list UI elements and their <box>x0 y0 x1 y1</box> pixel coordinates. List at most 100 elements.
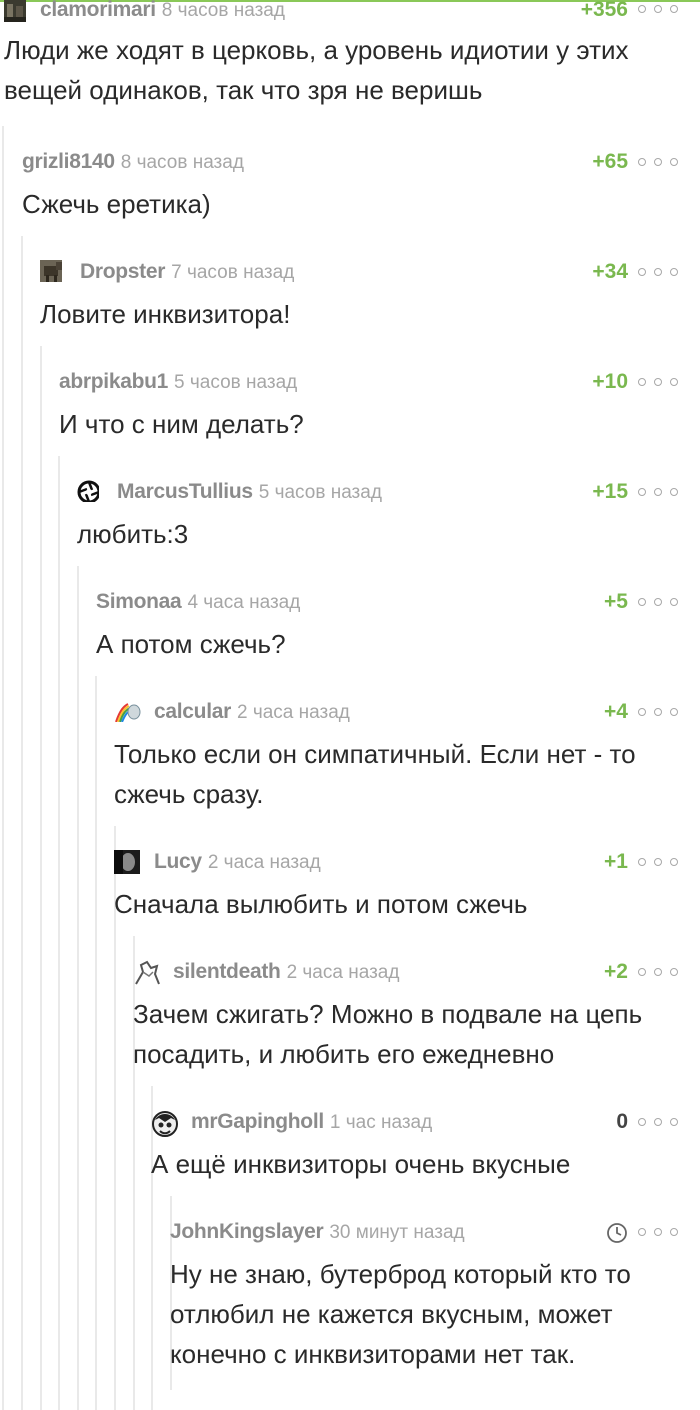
comment-text: А ещё инквизиторы очень вкусные <box>151 1149 571 1179</box>
user-avatar[interactable] <box>151 1110 179 1138</box>
comment-rating: 0 <box>616 1110 628 1133</box>
comment-header: calcular 2 часа назад +4 <box>114 700 700 726</box>
more-options-icon[interactable] <box>638 1118 678 1128</box>
comment-text: Сжечь еретика) <box>22 189 211 219</box>
author-name[interactable]: calcular <box>154 700 231 723</box>
comment-rating: +65 <box>592 150 628 173</box>
comment-text: Ну не знаю, бутерброд который кто то отл… <box>170 1259 631 1369</box>
comment-time[interactable]: 4 часа назад <box>187 592 300 613</box>
author-line: Lucy 2 часа назад <box>154 850 321 875</box>
author-name[interactable]: Dropster <box>80 260 165 283</box>
more-options-icon[interactable] <box>638 708 678 718</box>
user-avatar[interactable] <box>4 0 26 22</box>
comment-header: abrpikabu1 5 часов назад +10 <box>59 370 700 396</box>
comment-header: clamorimari 8 часов назад +356 <box>4 0 700 26</box>
user-avatar[interactable] <box>114 850 140 874</box>
more-options-icon[interactable] <box>638 598 678 608</box>
comment: mrGapingholl 1 час назад 0 А ещё инквизит… <box>151 1110 700 1184</box>
author-line: Simonaa 4 часа назад <box>96 590 300 615</box>
more-options-icon[interactable] <box>638 5 678 15</box>
author-line: JohnKingslayer 30 минут назад <box>170 1220 465 1245</box>
author-line: calcular 2 часа назад <box>154 700 350 725</box>
comment: calcular 2 часа назад +4 Только если он с… <box>114 700 700 814</box>
comment: abrpikabu1 5 часов назад +10 И что с ним … <box>59 370 700 444</box>
comment-header: Lucy 2 часа назад +1 <box>114 850 700 876</box>
comment: Dropster 7 часов назад +34 Ловите инквизи… <box>40 260 700 334</box>
comment: JohnKingslayer 30 минут назад Ну не знаю,… <box>170 1220 700 1374</box>
comment-time[interactable]: 8 часов назад <box>162 0 285 21</box>
comment-text: Только если он симпатичный. Если нет - т… <box>114 739 636 809</box>
more-options-icon[interactable] <box>638 158 678 168</box>
author-line: silentdeath 2 часа назад <box>173 960 399 985</box>
user-avatar[interactable] <box>133 960 161 986</box>
comment-time[interactable]: 8 часов назад <box>121 152 244 173</box>
comment-text: Зачем сжигать? Можно в подвале на цепь п… <box>133 999 643 1069</box>
comment-text: Ловите инквизитора! <box>40 299 291 329</box>
thread-line <box>2 126 4 1410</box>
comment-rating: +15 <box>592 480 628 503</box>
comment-text: Сначала вылюбить и потом сжечь <box>114 889 528 919</box>
comment: silentdeath 2 часа назад +2 Зачем сжигать… <box>133 960 700 1074</box>
rainbow-pony-icon[interactable] <box>114 700 142 722</box>
comment-text: И что с ним делать? <box>59 409 304 439</box>
author-line: Dropster 7 часов назад <box>80 260 294 285</box>
author-line: clamorimari 8 часов назад <box>40 0 285 23</box>
author-line: mrGapingholl 1 час назад <box>191 1110 432 1135</box>
thread-line <box>58 456 60 1410</box>
comment-text: любить:3 <box>77 519 189 549</box>
author-name[interactable]: MarcusTullius <box>117 480 253 503</box>
comment: MarcusTullius 5 часов назад +15 любить:3 <box>77 480 700 554</box>
comment: grizli8140 8 часов назад +65 Сжечь еретик… <box>22 150 700 224</box>
author-name[interactable]: Simonaa <box>96 590 182 613</box>
comment-header: MarcusTullius 5 часов назад +15 <box>77 480 700 506</box>
author-name[interactable]: Lucy <box>154 850 202 873</box>
more-options-icon[interactable] <box>638 858 678 868</box>
comment-header: JohnKingslayer 30 минут назад <box>170 1220 700 1246</box>
comment-header: Dropster 7 часов назад +34 <box>40 260 700 286</box>
comment: clamorimari 8 часов назад +356 Люди же хо… <box>4 0 700 110</box>
author-line: abrpikabu1 5 часов назад <box>59 370 297 395</box>
clock-icon <box>606 1222 628 1244</box>
comment-text: Люди же ходят в церковь, а уровень идиот… <box>4 35 629 105</box>
thread-line <box>77 566 79 1410</box>
comment-rating: +34 <box>592 260 628 283</box>
comment-rating: +1 <box>604 850 628 873</box>
author-name[interactable]: mrGapingholl <box>191 1110 324 1133</box>
comment-header: silentdeath 2 часа назад +2 <box>133 960 700 986</box>
aperture-icon[interactable] <box>77 480 99 502</box>
comment-rating: +2 <box>604 960 628 983</box>
author-name[interactable]: abrpikabu1 <box>59 370 168 393</box>
thread-line <box>40 346 42 1410</box>
comment-time[interactable]: 2 часа назад <box>287 962 400 983</box>
comment: Simonaa 4 часа назад +5 А потом сжечь? <box>96 590 700 664</box>
comment-time[interactable]: 7 часов назад <box>171 262 294 283</box>
thread-line <box>95 676 97 1410</box>
comment-header: mrGapingholl 1 час назад 0 <box>151 1110 700 1138</box>
thread-line <box>21 236 23 1410</box>
comment-time[interactable]: 2 часа назад <box>208 852 321 873</box>
more-options-icon[interactable] <box>638 968 678 978</box>
comment-text: А потом сжечь? <box>96 629 286 659</box>
author-name[interactable]: clamorimari <box>40 0 156 21</box>
comment-time[interactable]: 30 минут назад <box>329 1222 464 1243</box>
more-options-icon[interactable] <box>638 378 678 388</box>
author-line: MarcusTullius 5 часов назад <box>117 480 382 505</box>
comment-rating: +10 <box>592 370 628 393</box>
comment-header: grizli8140 8 часов назад +65 <box>22 150 700 176</box>
comment-time[interactable]: 5 часов назад <box>174 372 297 393</box>
comment-time[interactable]: 1 час назад <box>330 1112 432 1133</box>
comment-time[interactable]: 5 часов назад <box>259 482 382 503</box>
more-options-icon[interactable] <box>638 1228 678 1238</box>
comment-rating: +5 <box>604 590 628 613</box>
author-line: grizli8140 8 часов назад <box>22 150 244 175</box>
author-name[interactable]: silentdeath <box>173 960 281 983</box>
comment-rating: +4 <box>604 700 628 723</box>
author-name[interactable]: grizli8140 <box>22 150 115 173</box>
comment-rating: +356 <box>580 0 628 21</box>
comment: Lucy 2 часа назад +1 Сначала вылюбить и п… <box>114 850 700 924</box>
more-options-icon[interactable] <box>638 268 678 278</box>
author-name[interactable]: JohnKingslayer <box>170 1220 324 1243</box>
comment-time[interactable]: 2 часа назад <box>237 702 350 723</box>
more-options-icon[interactable] <box>638 488 678 498</box>
user-avatar[interactable] <box>40 260 62 282</box>
